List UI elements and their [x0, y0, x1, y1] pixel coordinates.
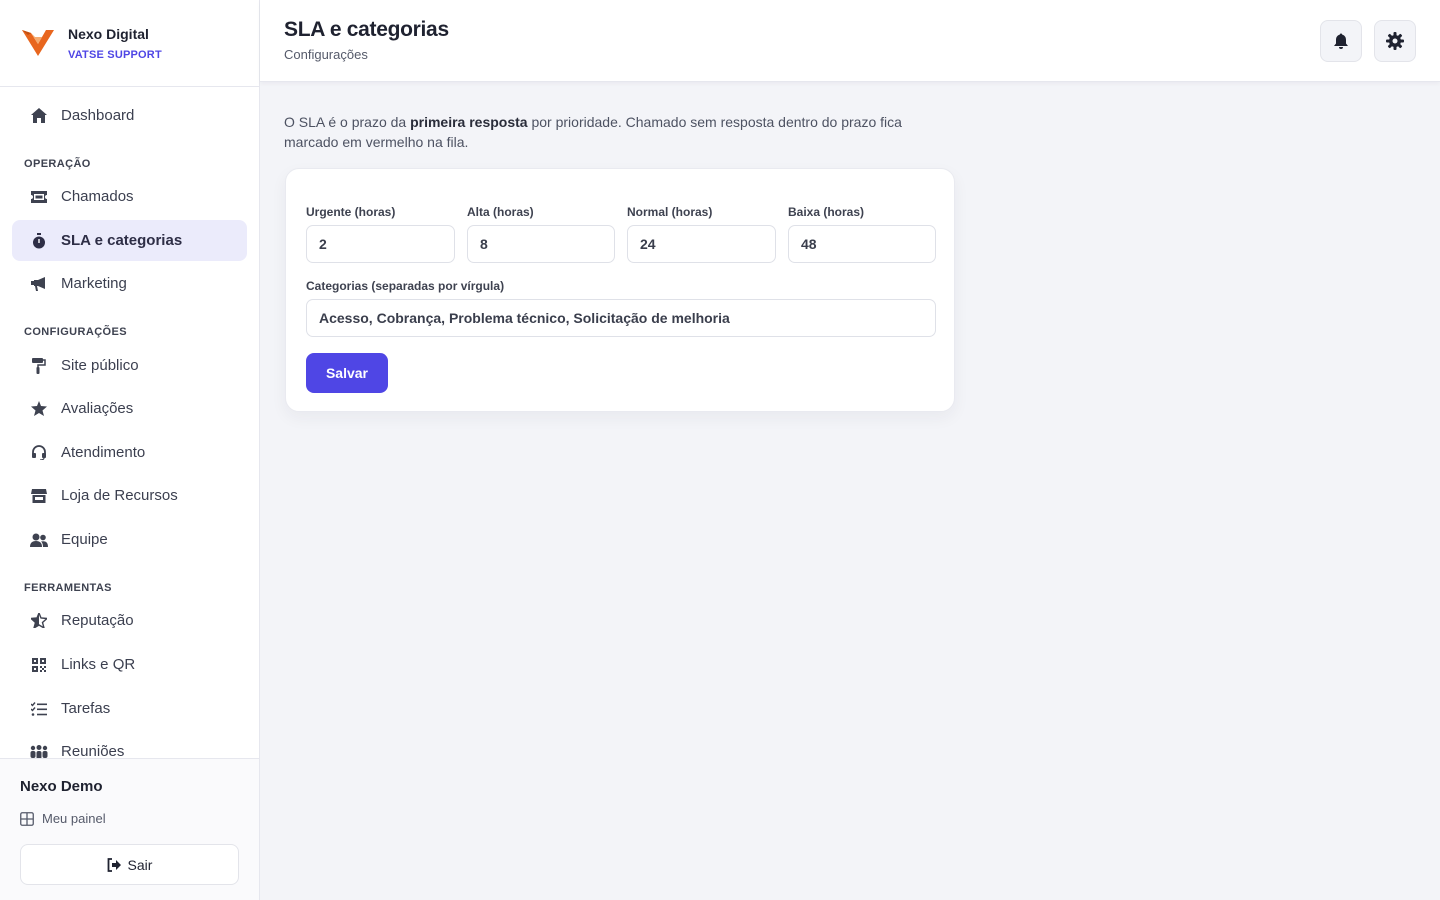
- sidebar-item-label: Equipe: [61, 531, 108, 548]
- high-label: Alta (horas): [467, 205, 534, 219]
- sidebar-item-loja-recursos[interactable]: Loja de Recursos: [12, 475, 247, 516]
- intro-text: O SLA é o prazo da: [284, 114, 411, 130]
- gear-icon: [1386, 32, 1404, 50]
- logout-button[interactable]: Sair: [20, 844, 239, 885]
- save-button[interactable]: Salvar: [306, 353, 388, 393]
- high-hours-input[interactable]: 8: [467, 225, 615, 263]
- bell-icon: [1334, 33, 1348, 49]
- sidebar: Nexo Digital VATSE SUPPORT Dashboard OPE…: [0, 0, 260, 900]
- sidebar-item-label: Dashboard: [61, 107, 135, 124]
- section-operacao: OPERAÇÃO: [24, 158, 91, 170]
- sidebar-item-label: SLA e categorias: [61, 232, 183, 249]
- sidebar-item-dashboard[interactable]: Dashboard: [12, 95, 247, 136]
- sidebar-item-label: Chamados: [61, 188, 134, 205]
- people-group-icon: [30, 743, 48, 758]
- headset-icon: [30, 444, 48, 462]
- sla-form-card: Urgente (horas) 2 Alta (horas) 8 Normal …: [285, 168, 955, 412]
- user-name: Nexo Demo: [20, 778, 103, 795]
- intro-bold-text: primeira resposta: [410, 114, 528, 130]
- urgent-label: Urgente (horas): [306, 205, 396, 219]
- paint-roller-icon: [30, 357, 48, 375]
- categories-label: Categorias (separadas por vírgula): [306, 279, 505, 293]
- sidebar-item-label: Loja de Recursos: [61, 487, 178, 504]
- sidebar-item-label: Reuniões: [61, 743, 125, 758]
- star-half-icon: [30, 612, 48, 630]
- brand[interactable]: Nexo Digital VATSE SUPPORT: [0, 0, 259, 87]
- sidebar-item-label: Marketing: [61, 275, 127, 292]
- section-ferramentas: FERRAMENTAS: [24, 582, 112, 594]
- sidebar-item-equipe[interactable]: Equipe: [12, 519, 247, 560]
- brand-name: Nexo Digital: [68, 25, 149, 42]
- sla-description: O SLA é o prazo da primeira resposta por…: [284, 112, 954, 152]
- sidebar-item-label: Reputação: [61, 612, 134, 629]
- low-label: Baixa (horas): [788, 205, 865, 219]
- my-panel-link[interactable]: Meu painel: [20, 811, 106, 826]
- star-icon: [30, 400, 48, 418]
- logout-label: Sair: [127, 856, 153, 873]
- sidebar-item-label: Site público: [61, 357, 139, 374]
- qrcode-icon: [30, 656, 48, 674]
- settings-button[interactable]: [1374, 20, 1416, 62]
- normal-hours-input[interactable]: 24: [627, 225, 776, 263]
- stopwatch-icon: [30, 232, 48, 250]
- sidebar-item-reputacao[interactable]: Reputação: [12, 600, 247, 641]
- page-title: SLA e categorias: [284, 18, 449, 41]
- section-configuracoes: CONFIGURAÇÕES: [24, 326, 127, 338]
- sidebar-item-avaliacoes[interactable]: Avaliações: [12, 388, 247, 429]
- brand-logo-icon: [22, 30, 54, 56]
- grid-icon: [20, 811, 34, 826]
- ticket-icon: [30, 188, 48, 206]
- sign-out-icon: [107, 857, 121, 872]
- sidebar-item-marketing[interactable]: Marketing: [12, 263, 247, 304]
- megaphone-icon: [30, 275, 48, 293]
- categories-input[interactable]: Acesso, Cobrança, Problema técnico, Soli…: [306, 299, 936, 337]
- users-icon: [30, 531, 48, 549]
- sidebar-item-links-qr[interactable]: Links e QR: [12, 644, 247, 685]
- sidebar-nav: Dashboard OPERAÇÃO Chamados SLA e catego…: [0, 87, 259, 758]
- sidebar-item-reunioes[interactable]: Reuniões: [12, 731, 247, 758]
- top-header: SLA e categorias Configurações: [260, 0, 1440, 82]
- sidebar-item-label: Tarefas: [61, 700, 111, 717]
- sidebar-item-label: Atendimento: [61, 444, 146, 461]
- sidebar-footer: Nexo Demo Meu painel Sair: [0, 758, 259, 900]
- normal-label: Normal (horas): [627, 205, 713, 219]
- my-panel-label: Meu painel: [42, 811, 106, 826]
- home-icon: [30, 107, 48, 125]
- notifications-button[interactable]: [1320, 20, 1362, 62]
- sidebar-item-atendimento[interactable]: Atendimento: [12, 432, 247, 473]
- tasks-icon: [30, 700, 48, 718]
- low-hours-input[interactable]: 48: [788, 225, 936, 263]
- store-icon: [30, 487, 48, 505]
- brand-subtitle: VATSE SUPPORT: [68, 48, 162, 61]
- sidebar-item-label: Links e QR: [61, 656, 136, 673]
- urgent-hours-input[interactable]: 2: [306, 225, 455, 263]
- sidebar-item-site-publico[interactable]: Site público: [12, 345, 247, 386]
- sidebar-item-label: Avaliações: [61, 400, 134, 417]
- sidebar-item-sla-categorias[interactable]: SLA e categorias: [12, 220, 247, 261]
- sidebar-item-tarefas[interactable]: Tarefas: [12, 688, 247, 729]
- page-subtitle: Configurações: [284, 47, 368, 62]
- sidebar-item-chamados[interactable]: Chamados: [12, 176, 247, 217]
